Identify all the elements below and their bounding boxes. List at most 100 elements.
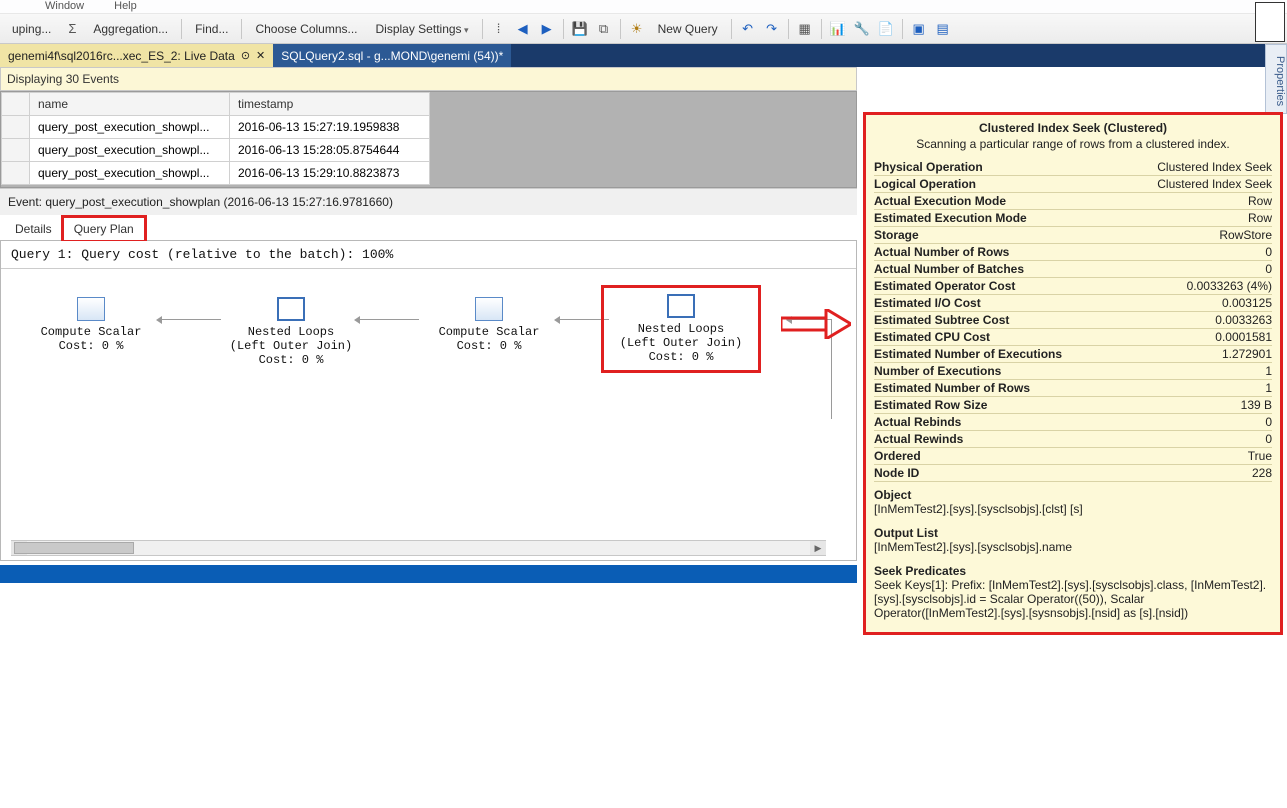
tooltip-value: Clustered Index Seek [1121, 176, 1272, 193]
node-sub: (Left Outer Join) [606, 336, 756, 350]
tooltip-key: Actual Rewinds [874, 431, 1121, 448]
cell-timestamp: 2016-06-13 15:27:19.1959838 [230, 116, 430, 139]
tooltip-key: Physical Operation [874, 159, 1121, 176]
tooltip-value: 0.003125 [1121, 295, 1272, 312]
nav-back-icon[interactable]: ◀ [512, 18, 534, 40]
undo-icon[interactable]: ↶ [737, 18, 759, 40]
tooltip-row: Logical OperationClustered Index Seek [874, 176, 1272, 193]
tooltip-value: Clustered Index Seek [1121, 159, 1272, 176]
display-settings-button[interactable]: Display Settings [368, 19, 477, 39]
query-plan-pane: Query 1: Query cost (relative to the bat… [0, 241, 857, 561]
horizontal-scrollbar[interactable]: ◀ ▶ [11, 540, 826, 556]
cell-timestamp: 2016-06-13 15:29:10.8823873 [230, 162, 430, 185]
node-cost: Cost: 0 % [11, 339, 171, 353]
tool-icon-2[interactable]: ▤ [932, 18, 954, 40]
cell-name: query_post_execution_showpl... [30, 116, 230, 139]
tooltip-value: 0 [1121, 261, 1272, 278]
tooltip-row: Node ID228 [874, 465, 1272, 482]
tooltip-row: StorageRowStore [874, 227, 1272, 244]
compute-scalar-icon [475, 297, 503, 321]
new-query-icon[interactable]: ☀ [626, 18, 648, 40]
status-row: Displaying 30 Events [0, 67, 857, 91]
tooltip-key: Estimated CPU Cost [874, 329, 1121, 346]
tooltip-key: Actual Execution Mode [874, 193, 1121, 210]
col-header-timestamp[interactable]: timestamp [230, 93, 430, 116]
tooltip-row: Estimated Operator Cost0.0033263 (4%) [874, 278, 1272, 295]
tooltip-row: Estimated CPU Cost0.0001581 [874, 329, 1272, 346]
plan-node-compute-scalar-1[interactable]: Compute Scalar Cost: 0 % [11, 297, 171, 353]
tooltip-section-header: Seek Predicates [874, 558, 1272, 578]
node-title: Compute Scalar [409, 325, 569, 339]
menu-bar: Window Help [0, 0, 1287, 14]
tooltip-row: Number of Executions1 [874, 363, 1272, 380]
tooltip-key: Estimated Number of Rows [874, 380, 1121, 397]
tooltip-row: Actual Rewinds0 [874, 431, 1272, 448]
node-title: Compute Scalar [11, 325, 171, 339]
tooltip-value: 1 [1121, 363, 1272, 380]
tooltip-row: Estimated Subtree Cost0.0033263 [874, 312, 1272, 329]
menu-help[interactable]: Help [114, 0, 137, 12]
new-query-button[interactable]: New Query [650, 19, 726, 39]
tooltip-section-value: [InMemTest2].[sys].[sysclsobjs].[clst] [… [874, 502, 1272, 520]
properties-tab[interactable]: Properties [1265, 44, 1287, 114]
chart-icon[interactable]: 📊 [827, 18, 849, 40]
tool-icon-1[interactable]: ▣ [908, 18, 930, 40]
save-icon[interactable]: 💾 [569, 18, 591, 40]
sigma-icon[interactable]: Σ [61, 18, 83, 40]
aggregation-button[interactable]: Aggregation... [85, 19, 176, 39]
wrench-icon[interactable]: 🔧 [851, 18, 873, 40]
tooltip-row: Actual Rebinds0 [874, 414, 1272, 431]
tab-query-plan[interactable]: Query Plan [63, 217, 145, 241]
close-icon[interactable]: ✕ [256, 49, 265, 62]
scroll-right-icon[interactable]: ▶ [810, 541, 826, 555]
tooltip-key: Actual Number of Batches [874, 261, 1121, 278]
plan-canvas[interactable]: Compute Scalar Cost: 0 % Nested Loops (L… [1, 269, 856, 529]
footer-bar [0, 565, 857, 583]
nav-fwd-icon[interactable]: ▶ [536, 18, 558, 40]
table-row[interactable]: query_post_execution_showpl... 2016-06-1… [2, 116, 430, 139]
grid-icon[interactable]: ▦ [794, 18, 816, 40]
status-text: Displaying 30 Events [7, 72, 119, 86]
tooltip-value: 0.0033263 [1121, 312, 1272, 329]
grouping-button[interactable]: uping... [4, 19, 59, 39]
plan-node-nested-loops-2[interactable]: Nested Loops (Left Outer Join) Cost: 0 % [601, 285, 761, 373]
tooltip-value: 139 B [1121, 397, 1272, 414]
pin-icon[interactable]: ⊙ [241, 49, 250, 62]
doc-icon[interactable]: 📄 [875, 18, 897, 40]
tooltip-key: Estimated Subtree Cost [874, 312, 1121, 329]
tooltip-key: Estimated Row Size [874, 397, 1121, 414]
tooltip-row: Actual Number of Rows0 [874, 244, 1272, 261]
tooltip-key: Storage [874, 227, 1121, 244]
tooltip-value: 0.0001581 [1121, 329, 1272, 346]
tab-details[interactable]: Details [4, 217, 63, 241]
menu-window[interactable]: Window [45, 0, 84, 12]
tooltip-section-header: Object [874, 482, 1272, 502]
cell-timestamp: 2016-06-13 15:28:05.8754644 [230, 139, 430, 162]
scrollbar-thumb[interactable] [14, 542, 134, 554]
tooltip-value: Row [1121, 193, 1272, 210]
operator-tooltip: Clustered Index Seek (Clustered) Scannin… [863, 112, 1283, 635]
tooltip-value: 0.0033263 (4%) [1121, 278, 1272, 295]
choose-columns-button[interactable]: Choose Columns... [247, 19, 365, 39]
col-header-name[interactable]: name [30, 93, 230, 116]
separator-dots-icon: ⁞ [488, 18, 510, 40]
tooltip-key: Actual Rebinds [874, 414, 1121, 431]
node-cost: Cost: 0 % [211, 353, 371, 367]
plan-node-nested-loops-1[interactable]: Nested Loops (Left Outer Join) Cost: 0 % [211, 297, 371, 367]
save-all-icon[interactable]: ⧉ [593, 18, 615, 40]
tooltip-key: Estimated Operator Cost [874, 278, 1121, 295]
tab-live-data[interactable]: genemi4f\sql2016rc...xec_ES_2: Live Data… [0, 44, 273, 67]
event-label: Event: query_post_execution_showplan (20… [0, 188, 857, 215]
tab-sqlquery2[interactable]: SQLQuery2.sql - g...MOND\genemi (54))* [273, 44, 511, 67]
tooltip-value: 0 [1121, 414, 1272, 431]
events-grid: name timestamp query_post_execution_show… [0, 91, 857, 188]
table-row[interactable]: query_post_execution_showpl... 2016-06-1… [2, 139, 430, 162]
tooltip-row: OrderedTrue [874, 448, 1272, 465]
plan-node-compute-scalar-2[interactable]: Compute Scalar Cost: 0 % [409, 297, 569, 353]
table-row[interactable]: query_post_execution_showpl... 2016-06-1… [2, 162, 430, 185]
tab-label: SQLQuery2.sql - g...MOND\genemi (54))* [281, 49, 503, 63]
redo-icon[interactable]: ↷ [761, 18, 783, 40]
find-button[interactable]: Find... [187, 19, 236, 39]
tooltip-value: True [1121, 448, 1272, 465]
annotation-arrow-icon [781, 309, 851, 339]
